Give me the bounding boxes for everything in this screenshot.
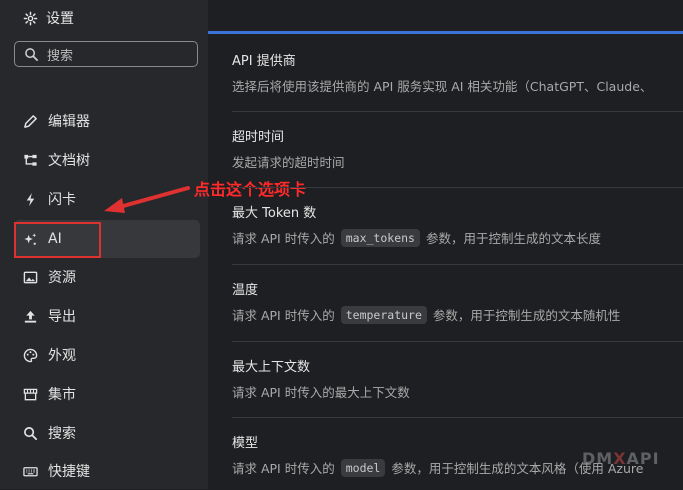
image-icon — [22, 269, 38, 285]
settings-content: API 提供商 选择后将使用该提供商的 API 服务实现 AI 相关功能（Cha… — [208, 0, 683, 489]
sidebar-item-editor[interactable]: 编辑器 — [14, 102, 200, 140]
desc-text: 请求 API 时传入的 — [232, 231, 335, 246]
sidebar-search-input[interactable]: 搜索 — [14, 41, 198, 67]
code-param: max_tokens — [340, 228, 420, 247]
setting-label: 超时时间 — [232, 130, 285, 145]
divider — [232, 341, 683, 342]
setting-max-tokens[interactable]: 最大 Token 数 请求 API 时传入的 max_tokens 参数，用于控… — [232, 204, 683, 247]
setting-desc: 请求 API 时传入的 temperature 参数，用于控制生成的文本随机性 — [232, 305, 683, 324]
settings-title: 设置 — [22, 7, 74, 29]
sidebar-item-assets[interactable]: 资源 — [14, 258, 200, 296]
watermark-logo: DMXAPI — [582, 449, 660, 468]
desc-text: 请求 API 时传入的 — [232, 308, 335, 323]
setting-temperature[interactable]: 温度 请求 API 时传入的 temperature 参数，用于控制生成的文本随… — [232, 281, 683, 324]
store-icon — [22, 386, 38, 402]
sidebar-item-label: AI — [48, 231, 62, 247]
setting-timeout[interactable]: 超时时间 发起请求的超时时间 — [232, 128, 683, 171]
setting-desc: 发起请求的超时时间 — [232, 155, 345, 170]
sidebar-item-search[interactable]: 搜索 — [14, 414, 200, 452]
sidebar-item-doc-tree[interactable]: 文档树 — [14, 141, 200, 179]
desc-text: 请求 API 时传入的 — [232, 461, 335, 476]
sidebar-item-export[interactable]: 导出 — [14, 297, 200, 335]
divider — [232, 111, 683, 112]
sidebar-item-label: 编辑器 — [48, 114, 90, 130]
setting-label: 最大 Token 数 — [232, 206, 317, 221]
setting-label: API 提供商 — [232, 54, 296, 69]
divider — [232, 187, 683, 188]
sidebar-item-label: 文档树 — [48, 153, 90, 169]
keyboard-icon — [22, 463, 38, 479]
divider — [232, 264, 683, 265]
divider — [232, 417, 683, 418]
sidebar-item-ai[interactable]: AI — [14, 220, 200, 258]
code-param: model — [340, 458, 386, 477]
sidebar-item-appearance[interactable]: 外观 — [14, 336, 200, 374]
sidebar-item-keymap[interactable]: 快捷键 — [14, 452, 200, 490]
sidebar-item-label: 导出 — [48, 309, 76, 325]
setting-api-provider[interactable]: API 提供商 选择后将使用该提供商的 API 服务实现 AI 相关功能（Cha… — [232, 52, 683, 95]
setting-label: 温度 — [232, 283, 259, 298]
sidebar-item-label: 集市 — [48, 387, 76, 403]
annotation-arrow — [104, 186, 190, 213]
upload-icon — [22, 308, 38, 324]
sidebar-item-label: 快捷键 — [48, 464, 90, 480]
search-icon — [23, 46, 39, 62]
sidebar-item-bazaar[interactable]: 集市 — [14, 375, 200, 413]
lightning-icon — [22, 191, 38, 207]
sidebar-item-label: 闪卡 — [48, 192, 76, 208]
settings-sidebar: 设置 搜索 编辑器 文档树 闪卡 AI 资源 导出 外观 集市 搜索 快捷键 — [0, 0, 208, 489]
settings-title-text: 设置 — [46, 11, 74, 27]
search-icon — [22, 425, 38, 441]
setting-desc: 请求 API 时传入的最大上下文数 — [232, 385, 410, 400]
sidebar-item-label: 搜索 — [48, 426, 76, 442]
setting-desc: 选择后将使用该提供商的 API 服务实现 AI 相关功能（ChatGPT、Cla… — [232, 79, 653, 94]
gear-icon — [22, 10, 38, 26]
palette-icon — [22, 347, 38, 363]
search-placeholder: 搜索 — [47, 48, 74, 64]
setting-max-context[interactable]: 最大上下文数 请求 API 时传入的最大上下文数 — [232, 358, 683, 401]
sidebar-item-label: 资源 — [48, 270, 76, 286]
desc-text: 参数，用于控制生成的文本随机性 — [432, 308, 621, 323]
sparkle-icon — [22, 231, 38, 247]
code-param: temperature — [340, 305, 427, 324]
sidebar-item-label: 外观 — [48, 348, 76, 364]
setting-label: 最大上下文数 — [232, 360, 311, 375]
tree-icon — [22, 152, 38, 168]
setting-desc: 请求 API 时传入的 max_tokens 参数，用于控制生成的文本长度 — [232, 228, 683, 247]
pencil-icon — [22, 113, 38, 129]
desc-text: 参数，用于控制生成的文本长度 — [425, 231, 601, 246]
accent-bar — [208, 31, 683, 34]
